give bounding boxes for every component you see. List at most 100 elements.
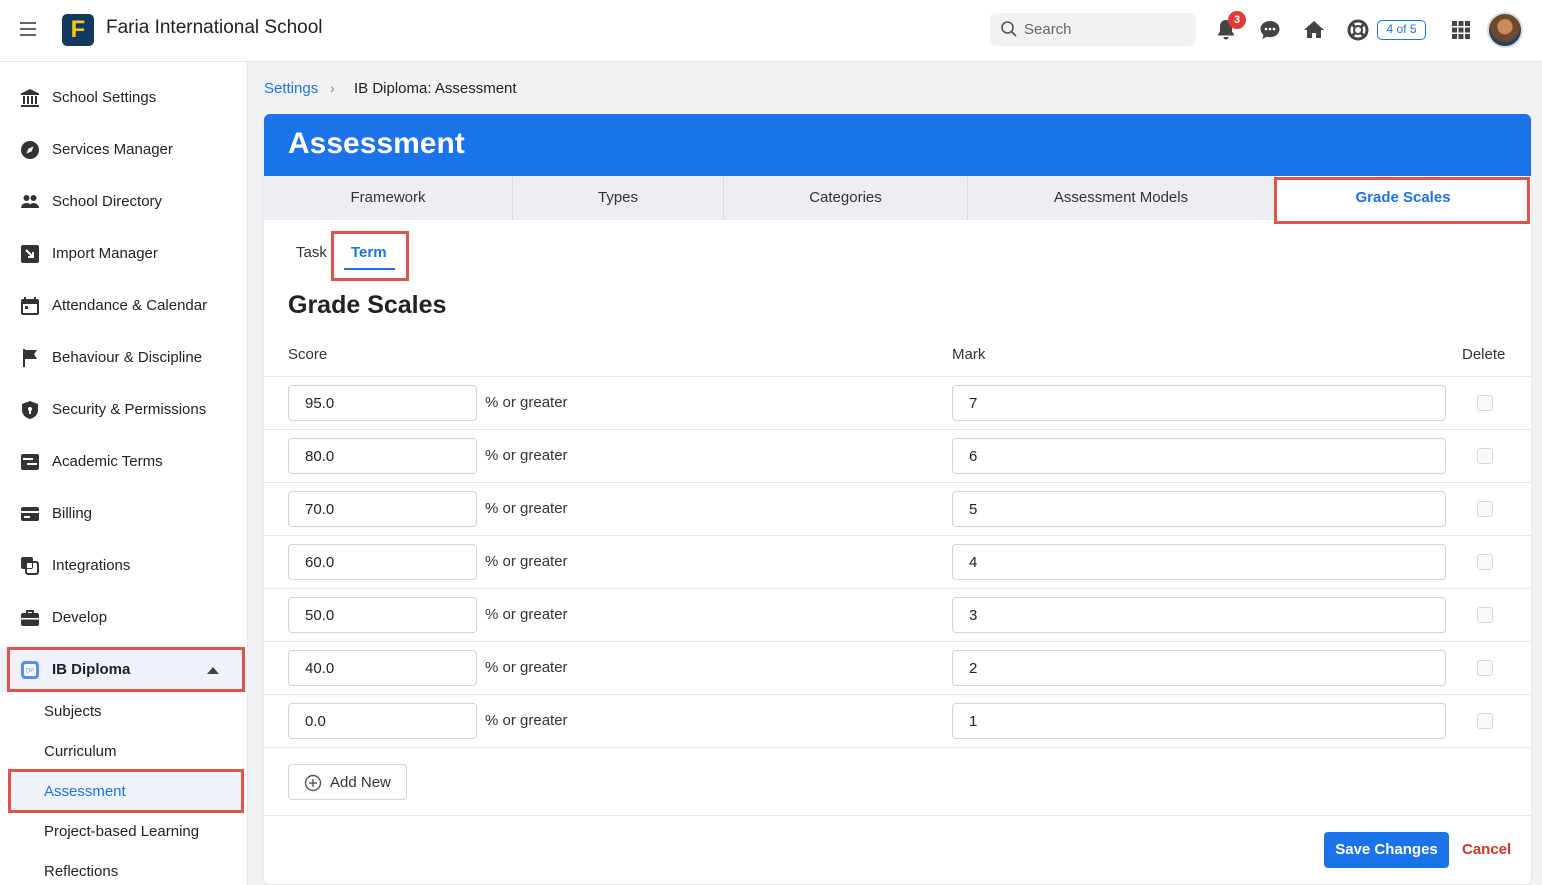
breadcrumb-current: IB Diploma: Assessment <box>354 80 517 97</box>
assessment-card: Assessment Framework Types Categories As… <box>264 114 1531 884</box>
delete-checkbox[interactable] <box>1477 501 1493 517</box>
home-icon[interactable] <box>1302 18 1326 42</box>
tab-assessment-models[interactable]: Assessment Models <box>968 176 1275 220</box>
tab-grade-scales[interactable]: Grade Scales <box>1275 176 1531 220</box>
school-name: Faria International School <box>106 17 323 38</box>
mark-input[interactable] <box>952 597 1446 633</box>
sidebar-item-label: Security & Permissions <box>52 401 207 418</box>
search-input[interactable] <box>1024 13 1184 46</box>
subtab-task[interactable]: Task <box>296 244 327 261</box>
delete-checkbox[interactable] <box>1477 713 1493 729</box>
mark-input[interactable] <box>952 703 1446 739</box>
sidebar-item-label: Attendance & Calendar <box>52 297 208 314</box>
tab-framework[interactable]: Framework <box>264 176 513 220</box>
add-new-button[interactable]: Add New <box>288 764 407 800</box>
footer-divider <box>264 815 1531 816</box>
sidebar-item-integrations[interactable]: Integrations <box>0 544 248 588</box>
sidebar-item-services-manager[interactable]: Services Manager <box>0 128 248 172</box>
score-suffix: % or greater <box>485 394 568 411</box>
ib-dp-icon: DP <box>21 661 39 679</box>
page-title: Assessment <box>288 127 465 160</box>
delete-checkbox[interactable] <box>1477 554 1493 570</box>
score-input[interactable] <box>288 385 477 421</box>
sidebar-item-ib-diploma[interactable]: DP IB Diploma <box>0 648 248 692</box>
sidebar-item-school-settings[interactable]: School Settings <box>0 76 248 120</box>
menu-icon[interactable] <box>20 22 36 36</box>
notification-badge: 3 <box>1228 11 1246 29</box>
calendar-icon <box>21 297 39 315</box>
mark-input[interactable] <box>952 438 1446 474</box>
sidebar-item-behaviour-discipline[interactable]: Behaviour & Discipline <box>0 336 248 380</box>
sidebar-item-academic-terms[interactable]: Academic Terms <box>0 440 248 484</box>
column-header-mark: Mark <box>952 346 986 363</box>
score-input[interactable] <box>288 650 477 686</box>
sidebar-subitem-project-based-learning[interactable]: Project-based Learning <box>8 813 244 851</box>
table-row: % or greater <box>264 641 1531 694</box>
sidebar: School Settings Services Manager School … <box>0 62 248 885</box>
cancel-button[interactable]: Cancel <box>1462 841 1511 858</box>
subtab-term[interactable]: Term <box>351 244 387 261</box>
tab-types[interactable]: Types <box>513 176 724 220</box>
help-lifebuoy-icon[interactable] <box>1346 18 1370 42</box>
card-header: Assessment <box>264 114 1531 176</box>
delete-checkbox[interactable] <box>1477 607 1493 623</box>
score-suffix: % or greater <box>485 500 568 517</box>
sidebar-subitem-label: Assessment <box>44 783 126 800</box>
apps-grid-icon[interactable] <box>1449 18 1473 42</box>
sidebar-item-label: Academic Terms <box>52 453 163 470</box>
breadcrumb-settings-link[interactable]: Settings <box>264 80 318 97</box>
chat-icon[interactable] <box>1258 18 1282 42</box>
import-icon <box>21 245 39 263</box>
score-input[interactable] <box>288 703 477 739</box>
sidebar-item-import-manager[interactable]: Import Manager <box>0 232 248 276</box>
search-box[interactable] <box>990 13 1196 46</box>
sidebar-item-attendance-calendar[interactable]: Attendance & Calendar <box>0 284 248 328</box>
svg-text:DP: DP <box>26 669 34 675</box>
sidebar-subitem-subjects[interactable]: Subjects <box>8 693 244 731</box>
top-bar: F Faria International School 3 4 of 5 <box>0 0 1542 62</box>
sidebar-item-school-directory[interactable]: School Directory <box>0 180 248 224</box>
sidebar-item-label: Develop <box>52 609 108 626</box>
table-row: % or greater <box>264 588 1531 641</box>
card-icon <box>21 507 39 521</box>
chevron-right-icon: › <box>330 80 335 96</box>
score-suffix: % or greater <box>485 553 568 570</box>
save-changes-button[interactable]: Save Changes <box>1324 832 1449 868</box>
school-logo[interactable]: F <box>62 14 94 46</box>
delete-checkbox[interactable] <box>1477 395 1493 411</box>
delete-checkbox[interactable] <box>1477 448 1493 464</box>
sidebar-item-label: Integrations <box>52 557 131 574</box>
chevron-up-icon[interactable] <box>207 667 219 674</box>
score-input[interactable] <box>288 544 477 580</box>
sidebar-item-billing[interactable]: Billing <box>0 492 248 536</box>
score-input[interactable] <box>288 597 477 633</box>
table-row: % or greater <box>264 429 1531 482</box>
tab-bar: Framework Types Categories Assessment Mo… <box>264 176 1531 220</box>
delete-checkbox[interactable] <box>1477 660 1493 676</box>
score-suffix: % or greater <box>485 659 568 676</box>
column-header-score: Score <box>288 346 328 363</box>
score-input[interactable] <box>288 438 477 474</box>
tab-categories[interactable]: Categories <box>724 176 968 220</box>
people-icon <box>21 195 39 208</box>
mark-input[interactable] <box>952 544 1446 580</box>
sidebar-item-label: School Directory <box>52 193 163 210</box>
table-divider <box>264 747 1531 748</box>
progress-counter[interactable]: 4 of 5 <box>1377 20 1426 40</box>
sidebar-item-label: Billing <box>52 505 93 522</box>
mark-input[interactable] <box>952 385 1446 421</box>
sidebar-item-label: Behaviour & Discipline <box>52 349 203 366</box>
sidebar-subitem-reflections[interactable]: Reflections <box>8 853 244 885</box>
sidebar-item-develop[interactable]: Develop <box>0 596 248 640</box>
sidebar-subitem-curriculum[interactable]: Curriculum <box>8 733 244 771</box>
table-row: % or greater <box>264 482 1531 535</box>
mark-input[interactable] <box>952 491 1446 527</box>
sidebar-subitem-assessment[interactable]: Assessment <box>8 773 244 811</box>
plus-circle-icon <box>304 774 322 792</box>
user-avatar[interactable] <box>1487 12 1523 48</box>
sidebar-item-security-permissions[interactable]: Security & Permissions <box>0 388 248 432</box>
mark-input[interactable] <box>952 650 1446 686</box>
flag-icon <box>23 349 37 367</box>
score-suffix: % or greater <box>485 447 568 464</box>
score-input[interactable] <box>288 491 477 527</box>
